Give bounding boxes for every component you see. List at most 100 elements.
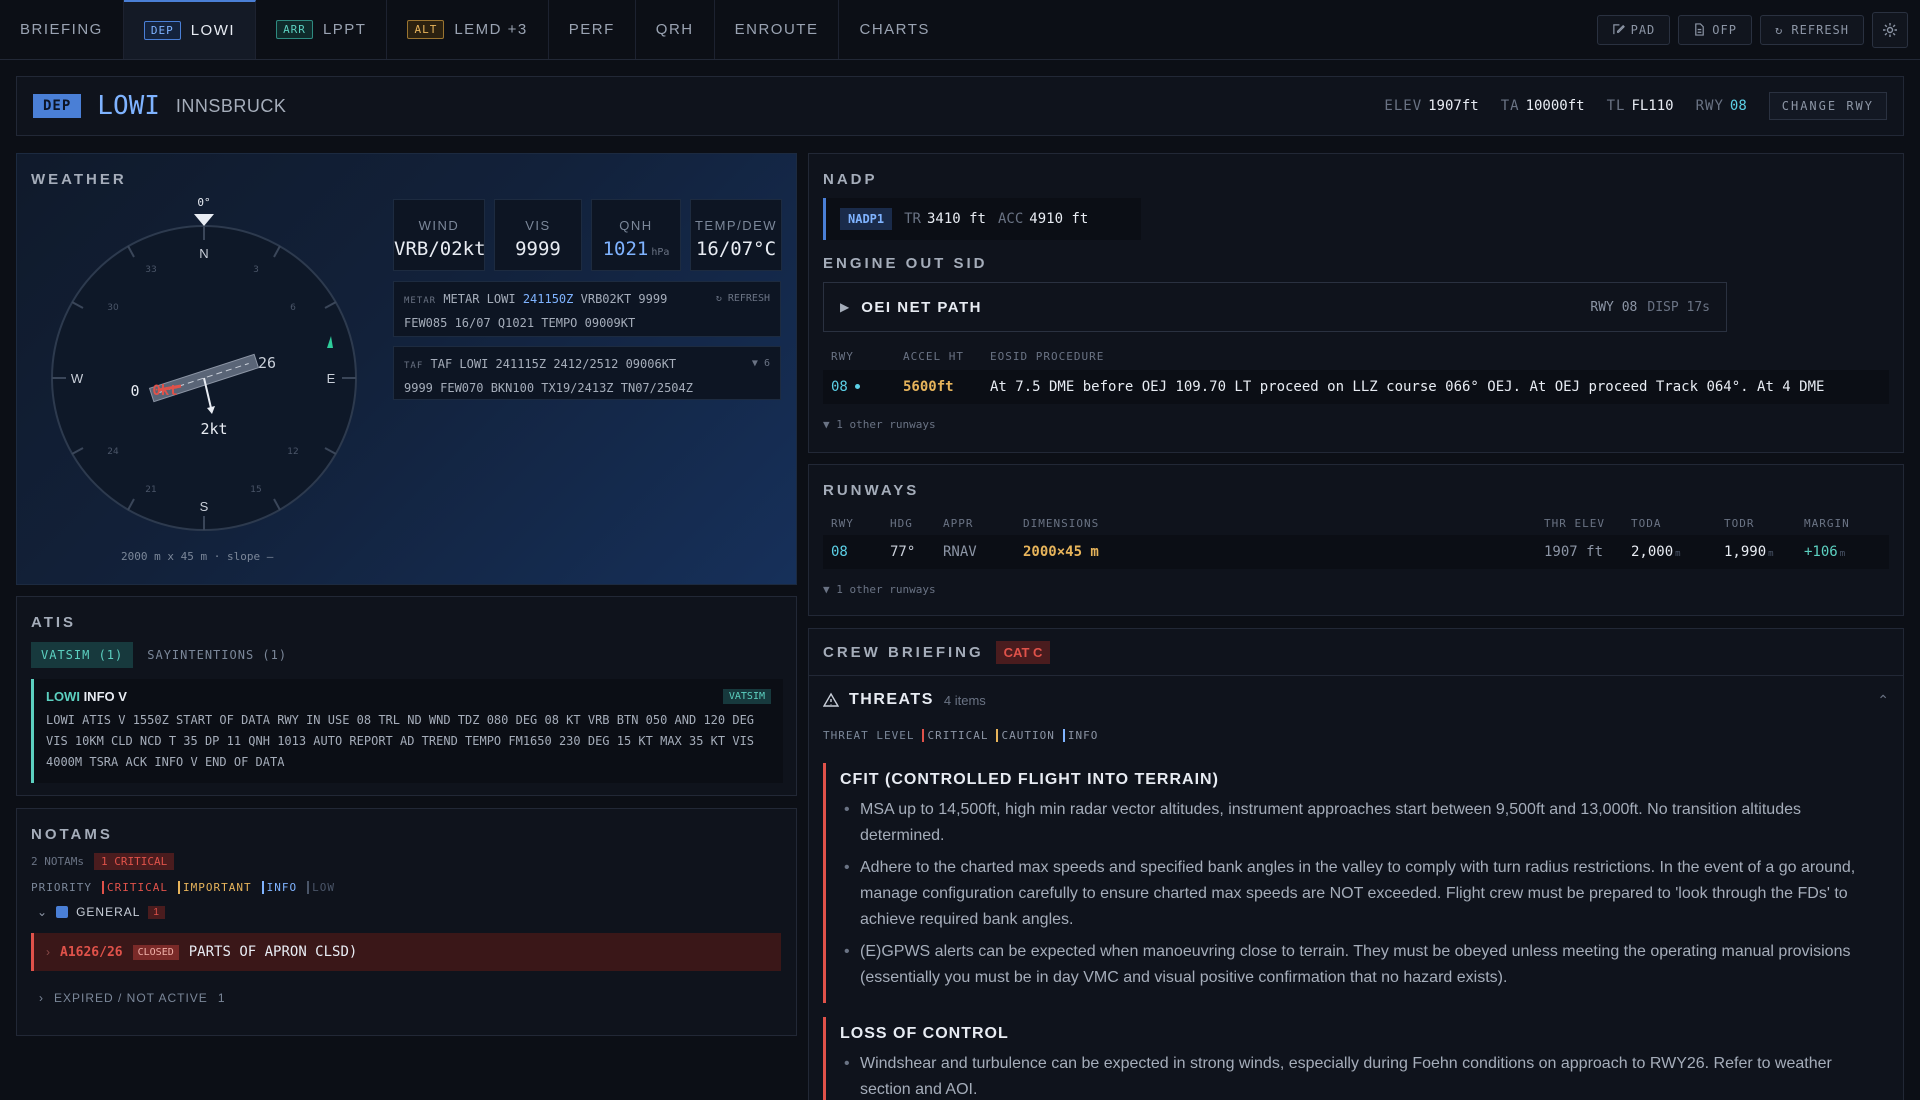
threat-cfit: CFIT (CONTROLLED FLIGHT INTO TERRAIN) MS…: [823, 763, 1883, 1003]
atis-panel: ATIS VATSIM (1) SAYINTENTIONS (1) LOWI I…: [16, 596, 797, 796]
priority-low: LOW: [307, 881, 335, 894]
tab-perf[interactable]: PERF: [549, 0, 636, 59]
group-label: GENERAL: [76, 905, 141, 919]
threat-loss-of-control: LOSS OF CONTROL Windshear and turbulence…: [823, 1017, 1883, 1100]
atis-info-letter: INFO V: [83, 689, 127, 704]
alt-badge: ALT: [407, 20, 445, 39]
airport-info: ELEV 1907ft TA 10000ft TL FL110 RWY 08 CHANG…: [1384, 92, 1887, 120]
crew-header: CREW BRIEFING CAT C: [823, 641, 1051, 664]
settings-button[interactable]: [1872, 11, 1908, 48]
oei-net-path-toggle[interactable]: ▶ OEI NET PATH RWY 08 DISP 17s: [823, 282, 1727, 332]
weather-title: WEATHER: [31, 171, 127, 188]
critical-badge: 1 CRITICAL: [93, 853, 175, 870]
rwy-label: RWY: [1695, 98, 1724, 114]
tab-label: LOWI: [190, 22, 236, 39]
tab-charts[interactable]: CHARTS: [839, 0, 949, 59]
level-critical: CRITICAL: [922, 729, 988, 742]
top-nav: BRIEFING DEP LOWI ARR LPPT ALT LEMD +3 P…: [0, 0, 1920, 60]
vis-value: 9999: [515, 238, 561, 260]
threat-bullet: MSA up to 14,500ft, high min radar vecto…: [840, 797, 1883, 849]
tab-label: LPPT: [322, 21, 367, 38]
runways-panel: RUNWAYS RWY HDG APPR DIMENSIONS THR ELEV…: [808, 464, 1904, 616]
notam-item[interactable]: › A1626/26 CLOSED PARTS OF APRON CLSD): [31, 933, 781, 971]
tab-briefing[interactable]: BRIEFING: [0, 0, 124, 59]
atis-source-tabs: VATSIM (1) SAYINTENTIONS (1): [31, 642, 297, 668]
taf-expand-toggle[interactable]: ▼ 6: [752, 353, 770, 375]
chevron-up-icon: ⌃: [1877, 691, 1889, 708]
tab-arr-lppt[interactable]: ARR LPPT: [256, 0, 388, 59]
warning-icon: [823, 692, 839, 707]
crosswind-value: 0kt: [152, 383, 177, 399]
elev-label: ELEV: [1384, 98, 1423, 114]
notams-panel: NOTAMS 2 NOTAMs 1 CRITICAL PRIORITY CRIT…: [16, 808, 797, 1036]
notam-group-general[interactable]: ⌄ GENERAL 1: [37, 905, 165, 919]
oei-label: OEI NET PATH: [861, 298, 983, 316]
todr-value: 1,990: [1724, 544, 1767, 560]
priority-info: INFO: [261, 881, 298, 894]
ofp-button[interactable]: OFP: [1678, 14, 1752, 45]
transition-altitude: TA 10000ft: [1501, 98, 1585, 114]
metar-wind-vis: VRB02KT 9999: [580, 292, 668, 306]
taf-line-2: 9999 FEW070 BKN100 TX19/2413Z TN07/2504Z: [404, 381, 693, 395]
margin-value: +106: [1804, 544, 1838, 560]
crew-title: CREW BRIEFING: [823, 644, 984, 661]
ofp-label: OFP: [1712, 22, 1737, 37]
col-accel: ACCEL HT: [903, 350, 964, 363]
other-runways-toggle[interactable]: ▼ 1 other runways: [823, 418, 936, 431]
appr-value: RNAV: [943, 544, 977, 560]
hdg-value: 77°: [890, 544, 916, 560]
threats-header[interactable]: THREATS 4 items ⌃: [823, 691, 1889, 709]
tab-qrh[interactable]: QRH: [636, 0, 715, 59]
rwy-value: 08: [1729, 98, 1747, 114]
dimensions-value: 2000×45 m: [1023, 544, 1099, 560]
tick-33: 33: [145, 265, 156, 275]
col-dimensions: DIMENSIONS: [1023, 517, 1100, 530]
refresh-button[interactable]: ↻ REFRESH: [1759, 14, 1864, 45]
runway-row[interactable]: 08 77° RNAV 2000×45 m 1907 ft 2,000 m 1,9…: [823, 535, 1889, 569]
threat-bullet: Adhere to the charted max speeds and spe…: [840, 855, 1883, 933]
compass-n: N: [199, 246, 208, 261]
taf-block: TAF TAF LOWI 241115Z 2412/2512 09006KT ▼ …: [393, 346, 781, 400]
col-rwy: RWY: [831, 350, 854, 363]
expired-toggle[interactable]: › EXPIRED / NOT ACTIVE 1: [39, 991, 226, 1005]
priority-critical: CRITICAL: [101, 881, 168, 894]
weather-panel: WEATHER 0° N S W E 3 6 12 15 21 24 30 33: [16, 153, 797, 585]
tab-alt-lemd[interactable]: ALT LEMD +3: [387, 0, 549, 59]
toda-value: 2,000: [1631, 544, 1674, 560]
change-runway-button[interactable]: CHANGE RWY: [1768, 92, 1887, 120]
metar-block: METAR METAR LOWI 241150Z VRB02KT 9999 ↻ R…: [393, 281, 781, 337]
acc-value: 4910 ft: [1029, 211, 1089, 227]
chevron-down-icon: ⌄: [37, 905, 49, 919]
tick-6: 6: [290, 303, 296, 313]
other-runways-toggle[interactable]: ▼ 1 other runways: [823, 583, 936, 596]
threat-bullet: (E)GPWS alerts can be expected when mano…: [840, 939, 1883, 991]
vis-label: VIS: [525, 218, 551, 233]
taf-tag: TAF: [404, 361, 424, 371]
atis-text: LOWI ATIS V 1550Z START OF DATA RWY IN U…: [46, 713, 755, 769]
tab-enroute[interactable]: ENROUTE: [715, 0, 840, 59]
group-count: 1: [148, 905, 165, 919]
wind-label: WIND: [418, 218, 460, 233]
temp-cell: TEMP/DEW 16/07°C: [690, 199, 782, 271]
taf-line-1: TAF LOWI 241115Z 2412/2512 09006KT: [430, 357, 677, 371]
tab-dep-lowi[interactable]: DEP LOWI: [123, 0, 257, 59]
oei-runway: RWY 08: [1590, 299, 1638, 315]
runway-in-use: RWY 08: [1696, 98, 1747, 114]
edit-icon: [1612, 24, 1625, 35]
level-caution: CAUTION: [996, 729, 1054, 742]
airport-icao: LOWI: [97, 91, 160, 121]
runways-title: RUNWAYS: [823, 482, 920, 499]
headwind-value: 2kt: [200, 420, 227, 438]
qnh-unit: hPa: [651, 247, 670, 258]
pad-button[interactable]: PAD: [1596, 14, 1671, 45]
priority-important: IMPORTANT: [177, 881, 252, 894]
col-toda: TODA: [1631, 517, 1662, 530]
other-runways-label: 1 other runways: [836, 418, 936, 431]
tab-label: PERF: [568, 21, 615, 38]
tab-sayintentions[interactable]: SAYINTENTIONS (1): [137, 642, 297, 668]
metar-refresh-button[interactable]: ↻ REFRESH: [716, 288, 770, 310]
tick-12: 12: [287, 447, 298, 457]
dep-badge: DEP: [33, 94, 82, 118]
tab-vatsim[interactable]: VATSIM (1): [31, 642, 134, 668]
tab-label: CHARTS: [859, 21, 930, 38]
